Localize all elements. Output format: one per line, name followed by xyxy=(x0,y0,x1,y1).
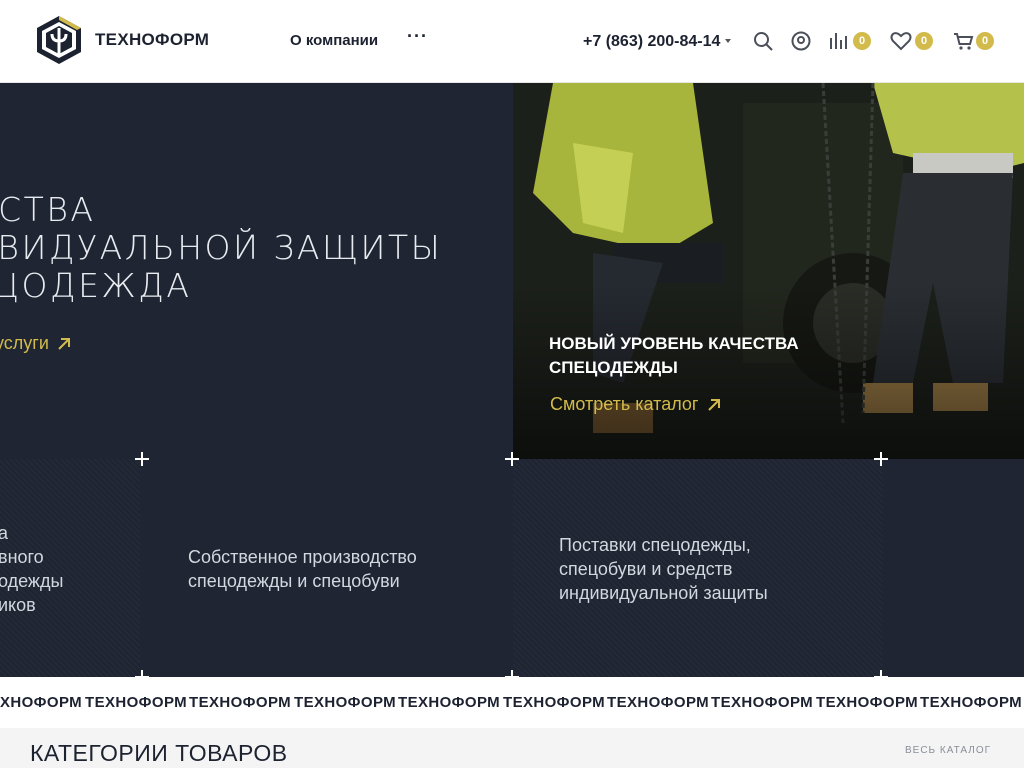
brand-marquee: ТЕХНОФОРМ ТЕХНОФОРМ ТЕХНОФОРМ ТЕХНОФОРМ … xyxy=(0,677,1024,728)
feature-left: а вного одежды иков xyxy=(0,521,63,617)
site-header: ТЕХНОФОРМ О компании ··· +7 (863) 200-84… xyxy=(0,0,1024,83)
feature-supplies: Поставки спецодежды, спецобуви и средств… xyxy=(559,533,768,605)
feature-line: Собственное производство xyxy=(188,547,417,567)
view-catalog-link[interactable]: Смотреть каталог xyxy=(550,394,721,415)
plus-icon xyxy=(505,670,519,677)
feature-own-production: Собственное производство спецодежды и сп… xyxy=(188,545,417,593)
view-catalog-label: Смотреть каталог xyxy=(550,394,699,414)
compare-icon[interactable] xyxy=(828,30,850,52)
chevron-down-icon[interactable] xyxy=(725,39,731,43)
logo[interactable]: ТЕХНОФОРМ xyxy=(33,14,209,66)
feature-line: одежды xyxy=(0,571,64,591)
arrow-up-right-icon xyxy=(58,337,70,350)
feature-line: спецобуви и средств xyxy=(559,559,733,579)
marquee-item: ТЕХНОФОРМ xyxy=(711,694,814,711)
feature-line: Поставки спецодежды, xyxy=(559,535,751,555)
hero-section: ДСТВА ИВИДУАЛЬНОЙ ЗАЩИТЫ ЕЦОДЕЖДА услуги… xyxy=(0,83,1024,677)
logo-text: ТЕХНОФОРМ xyxy=(95,30,210,49)
cart-icon[interactable] xyxy=(953,30,975,52)
heart-icon[interactable] xyxy=(890,30,912,52)
plus-icon xyxy=(505,452,519,466)
promo-title-line: НОВЫЙ УРОВЕНЬ КАЧЕСТВА xyxy=(549,334,799,353)
feature-line: вного xyxy=(0,547,44,567)
hero-title-line: ИВИДУАЛЬНОЙ ЗАЩИТЫ xyxy=(0,228,443,267)
favorites-count-badge: 0 xyxy=(915,32,933,50)
logo-icon xyxy=(37,16,81,64)
marquee-item: ТЕХНОФОРМ xyxy=(85,694,188,711)
nav-about-link[interactable]: О компании xyxy=(290,32,378,49)
services-link-label: услуги xyxy=(0,333,49,353)
marquee-item: ТЕХНОФОРМ xyxy=(920,694,1023,711)
nav-more-button[interactable]: ··· xyxy=(407,26,428,47)
feature-line: индивидуальной защиты xyxy=(559,583,768,603)
marquee-item: ТЕХНОФОРМ xyxy=(398,694,501,711)
promo-title: НОВЫЙ УРОВЕНЬ КАЧЕСТВА СПЕЦОДЕЖДЫ xyxy=(549,332,799,380)
categories-section: КАТЕГОРИИ ТОВАРОВ ВЕСЬ КАТАЛОГ xyxy=(0,728,1024,768)
marquee-item: ТЕХНОФОРМ xyxy=(189,694,292,711)
cart-count-badge: 0 xyxy=(976,32,994,50)
user-icon[interactable] xyxy=(790,30,812,52)
feature-line: иков xyxy=(0,595,36,615)
categories-title: КАТЕГОРИИ ТОВАРОВ xyxy=(30,740,288,766)
hero-title-line: ДСТВА xyxy=(0,190,96,229)
plus-icon xyxy=(874,670,888,677)
search-icon[interactable] xyxy=(752,30,774,52)
marquee-item: ТЕХНОФОРМ xyxy=(607,694,710,711)
marquee-item: ТЕХНОФОРМ xyxy=(816,694,919,711)
plus-icon xyxy=(874,452,888,466)
services-link[interactable]: услуги xyxy=(0,333,71,354)
plus-icon xyxy=(135,452,149,466)
arrow-up-right-icon xyxy=(707,398,720,411)
feature-line: а xyxy=(0,523,9,543)
promo-title-line: СПЕЦОДЕЖДЫ xyxy=(549,358,678,377)
feature-line: спецодежды и спецобуви xyxy=(188,571,400,591)
phone-link[interactable]: +7 (863) 200-84-14 xyxy=(583,33,720,51)
marquee-item: ТЕХНОФОРМ xyxy=(294,694,397,711)
plus-icon xyxy=(135,670,149,677)
hero-title-line: ЕЦОДЕЖДА xyxy=(0,266,192,305)
marquee-item: ТЕХНОФОРМ xyxy=(503,694,606,711)
compare-count-badge: 0 xyxy=(853,32,871,50)
all-catalog-link[interactable]: ВЕСЬ КАТАЛОГ xyxy=(905,745,991,756)
hero-title: ДСТВА ИВИДУАЛЬНОЙ ЗАЩИТЫ ЕЦОДЕЖДА xyxy=(0,191,442,305)
marquee-item: ТЕХНОФОРМ xyxy=(0,694,83,711)
